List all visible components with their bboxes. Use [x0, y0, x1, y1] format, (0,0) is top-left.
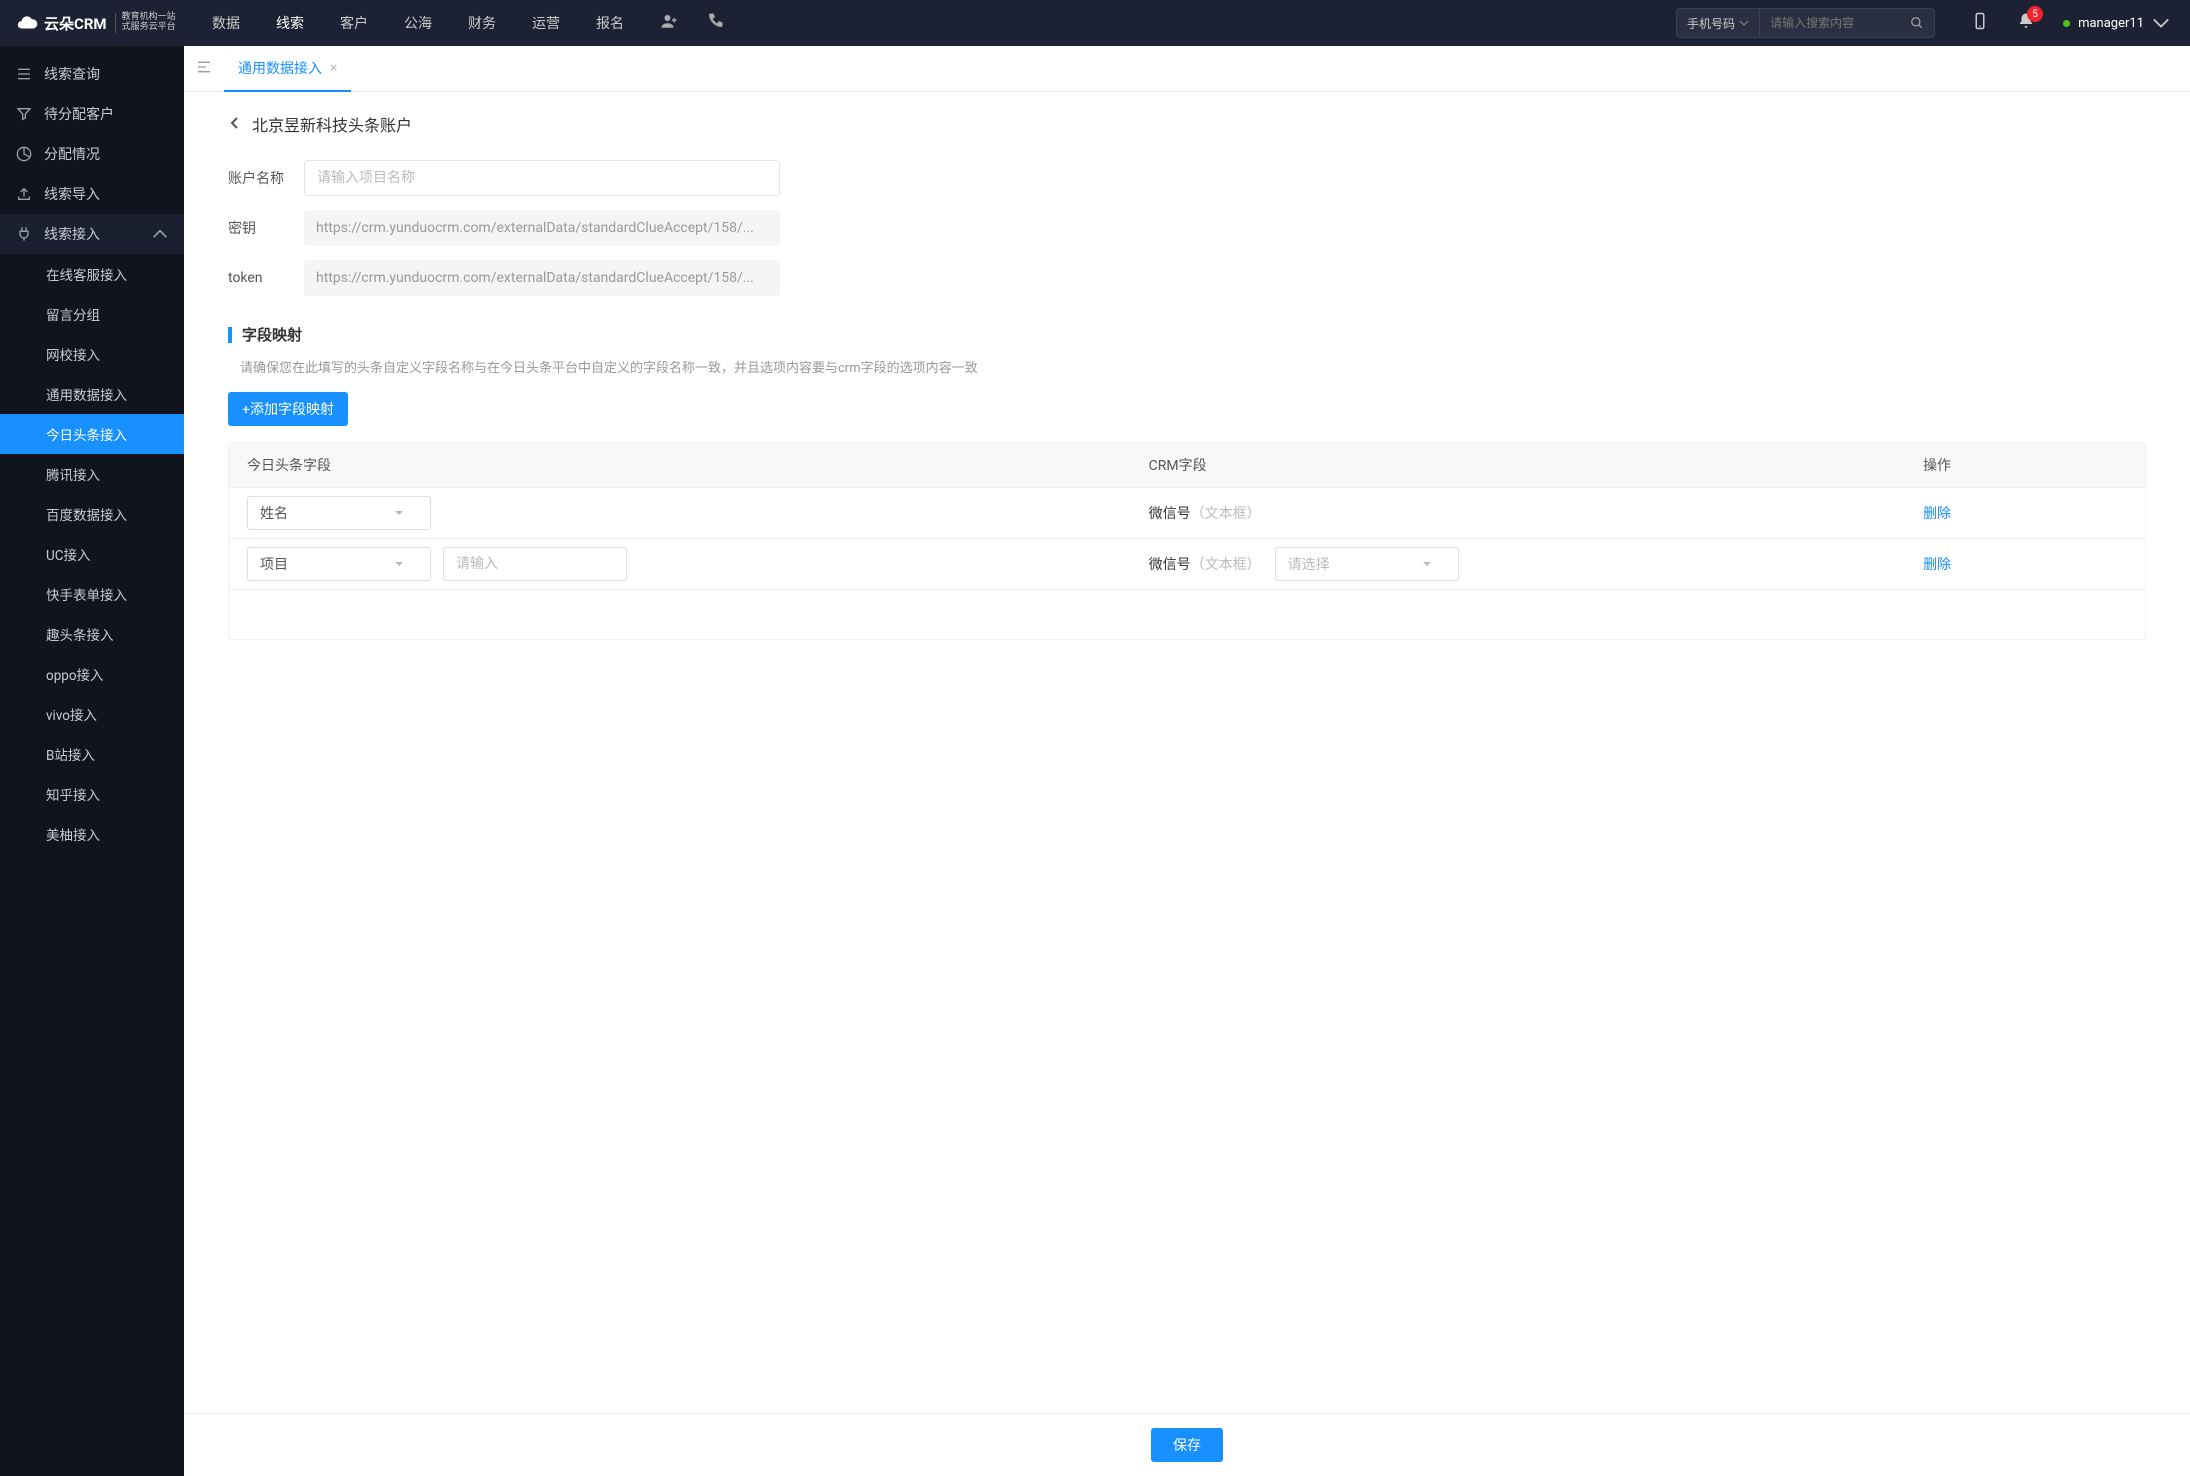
page-title: 北京昱新科技头条账户	[252, 112, 412, 136]
pie-icon	[16, 146, 32, 162]
crm-field-label: 微信号（文本框）	[1149, 554, 1261, 574]
notifications[interactable]: 5	[2017, 12, 2035, 34]
mapping-table: 今日头条字段 CRM字段 操作 姓名 微	[228, 442, 2146, 640]
chevron-down-icon	[394, 559, 404, 569]
crm-option-select[interactable]: 请选择	[1275, 547, 1459, 581]
nav-item-data[interactable]: 数据	[212, 13, 240, 33]
search: 手机号码	[1676, 8, 1935, 38]
sidebar-sub-baidu[interactable]: 百度数据接入	[0, 494, 184, 534]
table-row: 姓名 微信号（文本框） 删除	[229, 487, 2145, 538]
sidebar-sub-oppo[interactable]: oppo接入	[0, 654, 184, 694]
sidebar-item-allocation[interactable]: 分配情况	[0, 134, 184, 174]
chevron-down-icon	[2152, 14, 2170, 32]
mapping-heading: 字段映射	[242, 324, 302, 345]
table-header: 今日头条字段 CRM字段 操作	[229, 443, 2145, 487]
collapse-sidebar-button[interactable]	[196, 59, 212, 79]
sidebar-submenu: 在线客服接入 留言分组 网校接入 通用数据接入 今日头条接入 腾讯接入 百度数据…	[0, 254, 184, 854]
sidebar-sub-kuaishou[interactable]: 快手表单接入	[0, 574, 184, 614]
delete-link[interactable]: 删除	[1923, 557, 1951, 573]
token-label: token	[228, 270, 304, 286]
nav-item-signup[interactable]: 报名	[596, 13, 624, 33]
crm-field-label: 微信号（文本框）	[1149, 503, 1261, 523]
logo-text: 云朵CRM	[44, 13, 107, 34]
user-plus-icon[interactable]	[660, 12, 678, 34]
phone-icon[interactable]	[706, 12, 724, 34]
col-op: 操作	[1915, 455, 2145, 475]
content: 北京昱新科技头条账户 账户名称 密钥 https://crm.yunduocrm…	[184, 92, 2190, 1476]
logo-subtitle: 教育机构一站式服务云平台	[115, 13, 176, 33]
toutiao-field-select[interactable]: 项目	[247, 547, 431, 581]
status-dot	[2063, 20, 2070, 27]
section-accent	[228, 327, 232, 343]
chevron-up-icon	[152, 226, 168, 242]
funnel-icon	[16, 106, 32, 122]
logo[interactable]: 云朵CRM 教育机构一站式服务云平台	[0, 12, 184, 34]
table-row-empty	[229, 589, 2145, 639]
top-nav: 数据 线索 客户 公海 财务 运营 报名	[212, 13, 624, 33]
sidebar-sub-meiyou[interactable]: 美柚接入	[0, 814, 184, 854]
sidebar-item-clue-search[interactable]: 线索查询	[0, 54, 184, 94]
nav-item-clue[interactable]: 线索	[276, 13, 304, 33]
sidebar-sub-bilibili[interactable]: B站接入	[0, 734, 184, 774]
tabs: 通用数据接入 ×	[184, 46, 2190, 92]
sidebar-sub-zhihu[interactable]: 知乎接入	[0, 774, 184, 814]
sidebar-group-access[interactable]: 线索接入	[0, 214, 184, 254]
search-button[interactable]	[1900, 9, 1934, 37]
toutiao-field-select[interactable]: 姓名	[247, 496, 431, 530]
nav-item-customer[interactable]: 客户	[340, 13, 368, 33]
chevron-down-icon	[1422, 559, 1432, 569]
sidebar-sub-msg[interactable]: 留言分组	[0, 294, 184, 334]
sidebar-sub-tencent[interactable]: 腾讯接入	[0, 454, 184, 494]
add-mapping-button[interactable]: +添加字段映射	[228, 392, 348, 426]
user-menu[interactable]: manager11	[2063, 14, 2170, 32]
search-type-select[interactable]: 手机号码	[1677, 9, 1760, 37]
plug-icon	[16, 226, 32, 242]
username: manager11	[2078, 16, 2144, 31]
tab-close-icon[interactable]: ×	[330, 60, 337, 76]
top-icon-group	[660, 12, 724, 34]
chevron-down-icon	[1739, 18, 1749, 28]
sidebar: 线索查询 待分配客户 分配情况 线索导入 线索接入	[0, 46, 184, 1476]
table-row: 项目 微信号（文本框） 请选择	[229, 538, 2145, 589]
mobile-icon[interactable]	[1971, 12, 1989, 34]
back-button[interactable]	[228, 115, 242, 134]
toutiao-field-input[interactable]	[443, 547, 627, 581]
page-header: 北京昱新科技头条账户	[228, 112, 2146, 136]
chevron-left-icon	[228, 116, 242, 130]
nav-item-sea[interactable]: 公海	[404, 13, 432, 33]
secret-value[interactable]: https://crm.yunduocrm.com/externalData/s…	[304, 210, 780, 246]
save-button[interactable]: 保存	[1151, 1428, 1223, 1462]
search-input[interactable]	[1760, 16, 1900, 30]
secret-label: 密钥	[228, 218, 304, 238]
main: 通用数据接入 × 北京昱新科技头条账户 账户名称 密钥 https:	[184, 46, 2190, 1476]
nav-item-finance[interactable]: 财务	[468, 13, 496, 33]
sidebar-item-import[interactable]: 线索导入	[0, 174, 184, 214]
sidebar-sub-online[interactable]: 在线客服接入	[0, 254, 184, 294]
tab-current[interactable]: 通用数据接入 ×	[224, 46, 351, 92]
col-toutiao: 今日头条字段	[229, 455, 1149, 475]
delete-link[interactable]: 删除	[1923, 506, 1951, 522]
chevron-down-icon	[394, 508, 404, 518]
list-icon	[16, 66, 32, 82]
cloud-icon	[16, 12, 38, 34]
search-icon	[1910, 16, 1924, 30]
topbar: 云朵CRM 教育机构一站式服务云平台 数据 线索 客户 公海 财务 运营 报名 …	[0, 0, 2190, 46]
sidebar-sub-school[interactable]: 网校接入	[0, 334, 184, 374]
nav-item-ops[interactable]: 运营	[532, 13, 560, 33]
upload-icon	[16, 186, 32, 202]
sidebar-sub-toutiao[interactable]: 今日头条接入	[0, 414, 184, 454]
acct-label: 账户名称	[228, 168, 304, 188]
notification-badge: 5	[2027, 6, 2043, 22]
col-crm: CRM字段	[1149, 455, 1915, 475]
footer: 保存	[184, 1413, 2190, 1476]
sidebar-item-pending[interactable]: 待分配客户	[0, 94, 184, 134]
sidebar-sub-generic[interactable]: 通用数据接入	[0, 374, 184, 414]
acct-name-input[interactable]	[304, 160, 780, 196]
menu-fold-icon	[196, 59, 212, 75]
sidebar-sub-uc[interactable]: UC接入	[0, 534, 184, 574]
sidebar-sub-qutoutiao[interactable]: 趣头条接入	[0, 614, 184, 654]
sidebar-sub-vivo[interactable]: vivo接入	[0, 694, 184, 734]
mapping-desc: 请确保您在此填写的头条自定义字段名称与在今日头条平台中自定义的字段名称一致，并且…	[240, 357, 2146, 376]
token-value[interactable]: https://crm.yunduocrm.com/externalData/s…	[304, 260, 780, 296]
